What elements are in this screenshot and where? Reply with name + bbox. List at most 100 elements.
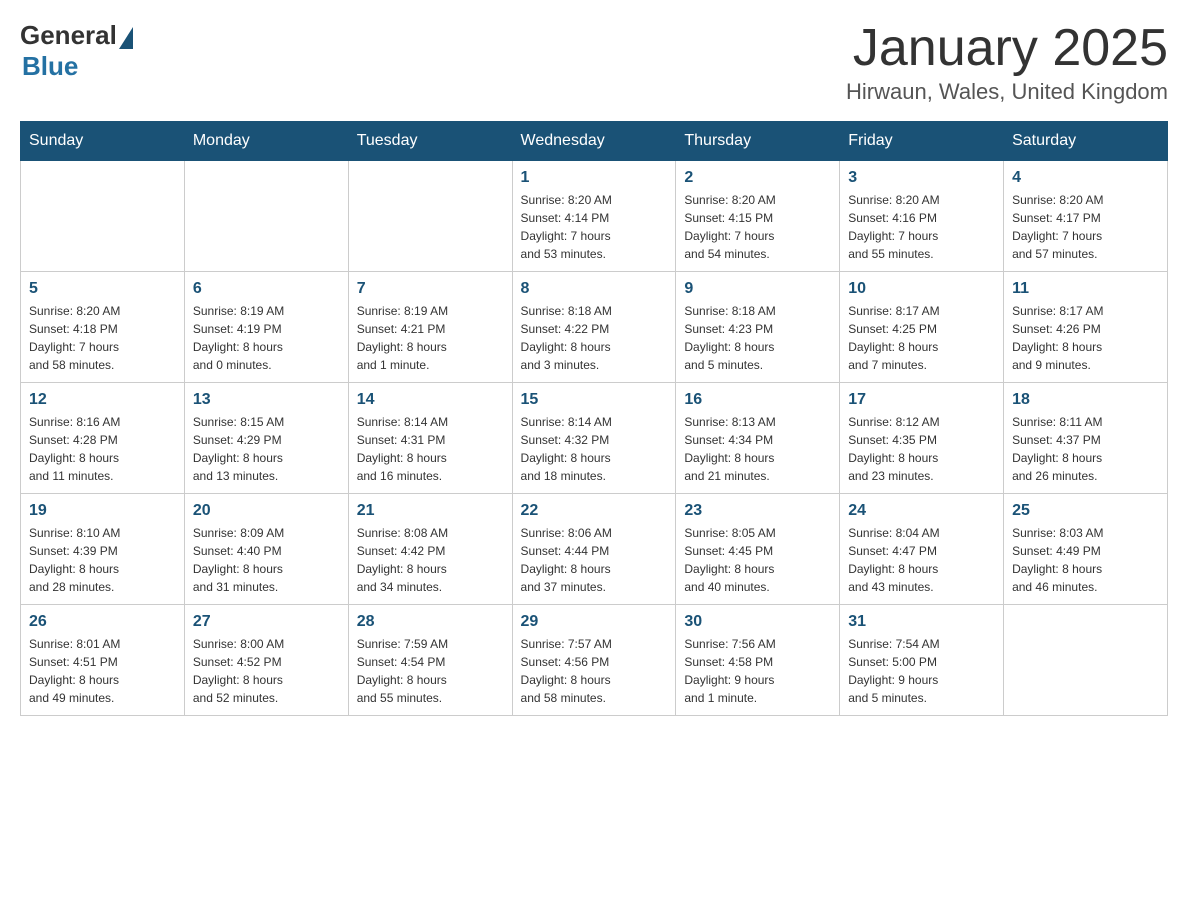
day-number: 18 <box>1012 391 1159 409</box>
day-cell: 2 Sunrise: 8:20 AMSunset: 4:15 PMDaylight… <box>676 161 840 272</box>
day-cell: 28 Sunrise: 7:59 AMSunset: 4:54 PMDayligh… <box>348 605 512 716</box>
day-number: 20 <box>193 502 340 520</box>
day-info: Sunrise: 8:08 AMSunset: 4:42 PMDaylight:… <box>357 526 448 594</box>
day-cell: 20 Sunrise: 8:09 AMSunset: 4:40 PMDayligh… <box>184 494 348 605</box>
day-cell <box>1004 605 1168 716</box>
day-cell: 30Sunrise: 7:56 AMSunset: 4:58 PMDayligh… <box>676 605 840 716</box>
day-info: Sunrise: 8:00 AMSunset: 4:52 PMDaylight:… <box>193 637 284 705</box>
day-cell: 23 Sunrise: 8:05 AMSunset: 4:45 PMDayligh… <box>676 494 840 605</box>
day-number: 4 <box>1012 169 1159 187</box>
day-number: 19 <box>29 502 176 520</box>
day-cell: 17 Sunrise: 8:12 AMSunset: 4:35 PMDayligh… <box>840 383 1004 494</box>
day-info: Sunrise: 8:20 AMSunset: 4:15 PMDaylight:… <box>684 193 775 261</box>
week-row-3: 12 Sunrise: 8:16 AMSunset: 4:28 PMDayligh… <box>21 383 1168 494</box>
day-cell: 4 Sunrise: 8:20 AMSunset: 4:17 PMDaylight… <box>1004 161 1168 272</box>
day-cell: 7 Sunrise: 8:19 AMSunset: 4:21 PMDaylight… <box>348 272 512 383</box>
day-info: Sunrise: 8:15 AMSunset: 4:29 PMDaylight:… <box>193 415 284 483</box>
day-info: Sunrise: 8:11 AMSunset: 4:37 PMDaylight:… <box>1012 415 1103 483</box>
day-info: Sunrise: 7:57 AMSunset: 4:56 PMDaylight:… <box>521 637 612 705</box>
day-info: Sunrise: 8:12 AMSunset: 4:35 PMDaylight:… <box>848 415 939 483</box>
week-row-4: 19Sunrise: 8:10 AMSunset: 4:39 PMDayligh… <box>21 494 1168 605</box>
day-cell <box>21 161 185 272</box>
day-cell: 10 Sunrise: 8:17 AMSunset: 4:25 PMDayligh… <box>840 272 1004 383</box>
header-cell-friday: Friday <box>840 122 1004 161</box>
day-number: 26 <box>29 613 176 631</box>
day-info: Sunrise: 8:20 AMSunset: 4:16 PMDaylight:… <box>848 193 939 261</box>
calendar-header: SundayMondayTuesdayWednesdayThursdayFrid… <box>21 122 1168 161</box>
day-number: 24 <box>848 502 995 520</box>
month-title: January 2025 <box>846 20 1168 77</box>
header-cell-tuesday: Tuesday <box>348 122 512 161</box>
day-info: Sunrise: 7:56 AMSunset: 4:58 PMDaylight:… <box>684 637 775 705</box>
day-cell <box>348 161 512 272</box>
day-cell: 19Sunrise: 8:10 AMSunset: 4:39 PMDayligh… <box>21 494 185 605</box>
day-number: 8 <box>521 280 668 298</box>
day-number: 28 <box>357 613 504 631</box>
day-cell: 3 Sunrise: 8:20 AMSunset: 4:16 PMDaylight… <box>840 161 1004 272</box>
logo-triangle-icon <box>119 27 133 49</box>
day-cell: 27 Sunrise: 8:00 AMSunset: 4:52 PMDayligh… <box>184 605 348 716</box>
day-info: Sunrise: 8:18 AMSunset: 4:23 PMDaylight:… <box>684 304 775 372</box>
day-number: 16 <box>684 391 831 409</box>
day-number: 3 <box>848 169 995 187</box>
title-block: January 2025 Hirwaun, Wales, United King… <box>846 20 1168 105</box>
day-number: 13 <box>193 391 340 409</box>
day-number: 2 <box>684 169 831 187</box>
day-number: 27 <box>193 613 340 631</box>
day-number: 25 <box>1012 502 1159 520</box>
header-cell-sunday: Sunday <box>21 122 185 161</box>
logo-blue-text: Blue <box>22 51 78 82</box>
day-info: Sunrise: 8:09 AMSunset: 4:40 PMDaylight:… <box>193 526 284 594</box>
day-cell: 21 Sunrise: 8:08 AMSunset: 4:42 PMDayligh… <box>348 494 512 605</box>
day-number: 21 <box>357 502 504 520</box>
day-cell: 6Sunrise: 8:19 AMSunset: 4:19 PMDaylight… <box>184 272 348 383</box>
day-info: Sunrise: 8:04 AMSunset: 4:47 PMDaylight:… <box>848 526 939 594</box>
calendar-table: SundayMondayTuesdayWednesdayThursdayFrid… <box>20 121 1168 716</box>
day-number: 17 <box>848 391 995 409</box>
day-cell: 12 Sunrise: 8:16 AMSunset: 4:28 PMDayligh… <box>21 383 185 494</box>
page-header: General Blue January 2025 Hirwaun, Wales… <box>20 20 1168 105</box>
day-cell: 31Sunrise: 7:54 AMSunset: 5:00 PMDayligh… <box>840 605 1004 716</box>
day-number: 14 <box>357 391 504 409</box>
calendar-body: 1Sunrise: 8:20 AMSunset: 4:14 PMDaylight… <box>21 161 1168 716</box>
header-cell-monday: Monday <box>184 122 348 161</box>
week-row-2: 5Sunrise: 8:20 AMSunset: 4:18 PMDaylight… <box>21 272 1168 383</box>
day-info: Sunrise: 8:14 AMSunset: 4:31 PMDaylight:… <box>357 415 448 483</box>
day-number: 9 <box>684 280 831 298</box>
day-info: Sunrise: 8:03 AMSunset: 4:49 PMDaylight:… <box>1012 526 1103 594</box>
day-cell: 25 Sunrise: 8:03 AMSunset: 4:49 PMDayligh… <box>1004 494 1168 605</box>
day-number: 7 <box>357 280 504 298</box>
day-cell: 29 Sunrise: 7:57 AMSunset: 4:56 PMDayligh… <box>512 605 676 716</box>
day-number: 10 <box>848 280 995 298</box>
day-number: 6 <box>193 280 340 298</box>
day-number: 11 <box>1012 280 1159 298</box>
day-cell: 22Sunrise: 8:06 AMSunset: 4:44 PMDayligh… <box>512 494 676 605</box>
day-number: 23 <box>684 502 831 520</box>
day-cell: 9 Sunrise: 8:18 AMSunset: 4:23 PMDaylight… <box>676 272 840 383</box>
header-cell-wednesday: Wednesday <box>512 122 676 161</box>
day-info: Sunrise: 8:06 AMSunset: 4:44 PMDaylight:… <box>521 526 612 594</box>
day-info: Sunrise: 8:16 AMSunset: 4:28 PMDaylight:… <box>29 415 120 483</box>
day-info: Sunrise: 8:17 AMSunset: 4:25 PMDaylight:… <box>848 304 939 372</box>
day-number: 29 <box>521 613 668 631</box>
day-number: 15 <box>521 391 668 409</box>
day-cell: 24 Sunrise: 8:04 AMSunset: 4:47 PMDayligh… <box>840 494 1004 605</box>
location: Hirwaun, Wales, United Kingdom <box>846 79 1168 105</box>
header-row: SundayMondayTuesdayWednesdayThursdayFrid… <box>21 122 1168 161</box>
day-info: Sunrise: 8:20 AMSunset: 4:18 PMDaylight:… <box>29 304 120 372</box>
day-cell: 15Sunrise: 8:14 AMSunset: 4:32 PMDayligh… <box>512 383 676 494</box>
day-cell: 16Sunrise: 8:13 AMSunset: 4:34 PMDayligh… <box>676 383 840 494</box>
header-cell-saturday: Saturday <box>1004 122 1168 161</box>
day-info: Sunrise: 8:05 AMSunset: 4:45 PMDaylight:… <box>684 526 775 594</box>
day-info: Sunrise: 8:20 AMSunset: 4:17 PMDaylight:… <box>1012 193 1103 261</box>
logo-general-text: General <box>20 20 117 51</box>
day-number: 31 <box>848 613 995 631</box>
week-row-5: 26Sunrise: 8:01 AMSunset: 4:51 PMDayligh… <box>21 605 1168 716</box>
day-cell: 13 Sunrise: 8:15 AMSunset: 4:29 PMDayligh… <box>184 383 348 494</box>
day-info: Sunrise: 8:19 AMSunset: 4:21 PMDaylight:… <box>357 304 448 372</box>
day-info: Sunrise: 8:17 AMSunset: 4:26 PMDaylight:… <box>1012 304 1103 372</box>
day-info: Sunrise: 7:59 AMSunset: 4:54 PMDaylight:… <box>357 637 448 705</box>
day-cell: 1Sunrise: 8:20 AMSunset: 4:14 PMDaylight… <box>512 161 676 272</box>
day-info: Sunrise: 8:20 AMSunset: 4:14 PMDaylight:… <box>521 193 612 261</box>
day-number: 12 <box>29 391 176 409</box>
